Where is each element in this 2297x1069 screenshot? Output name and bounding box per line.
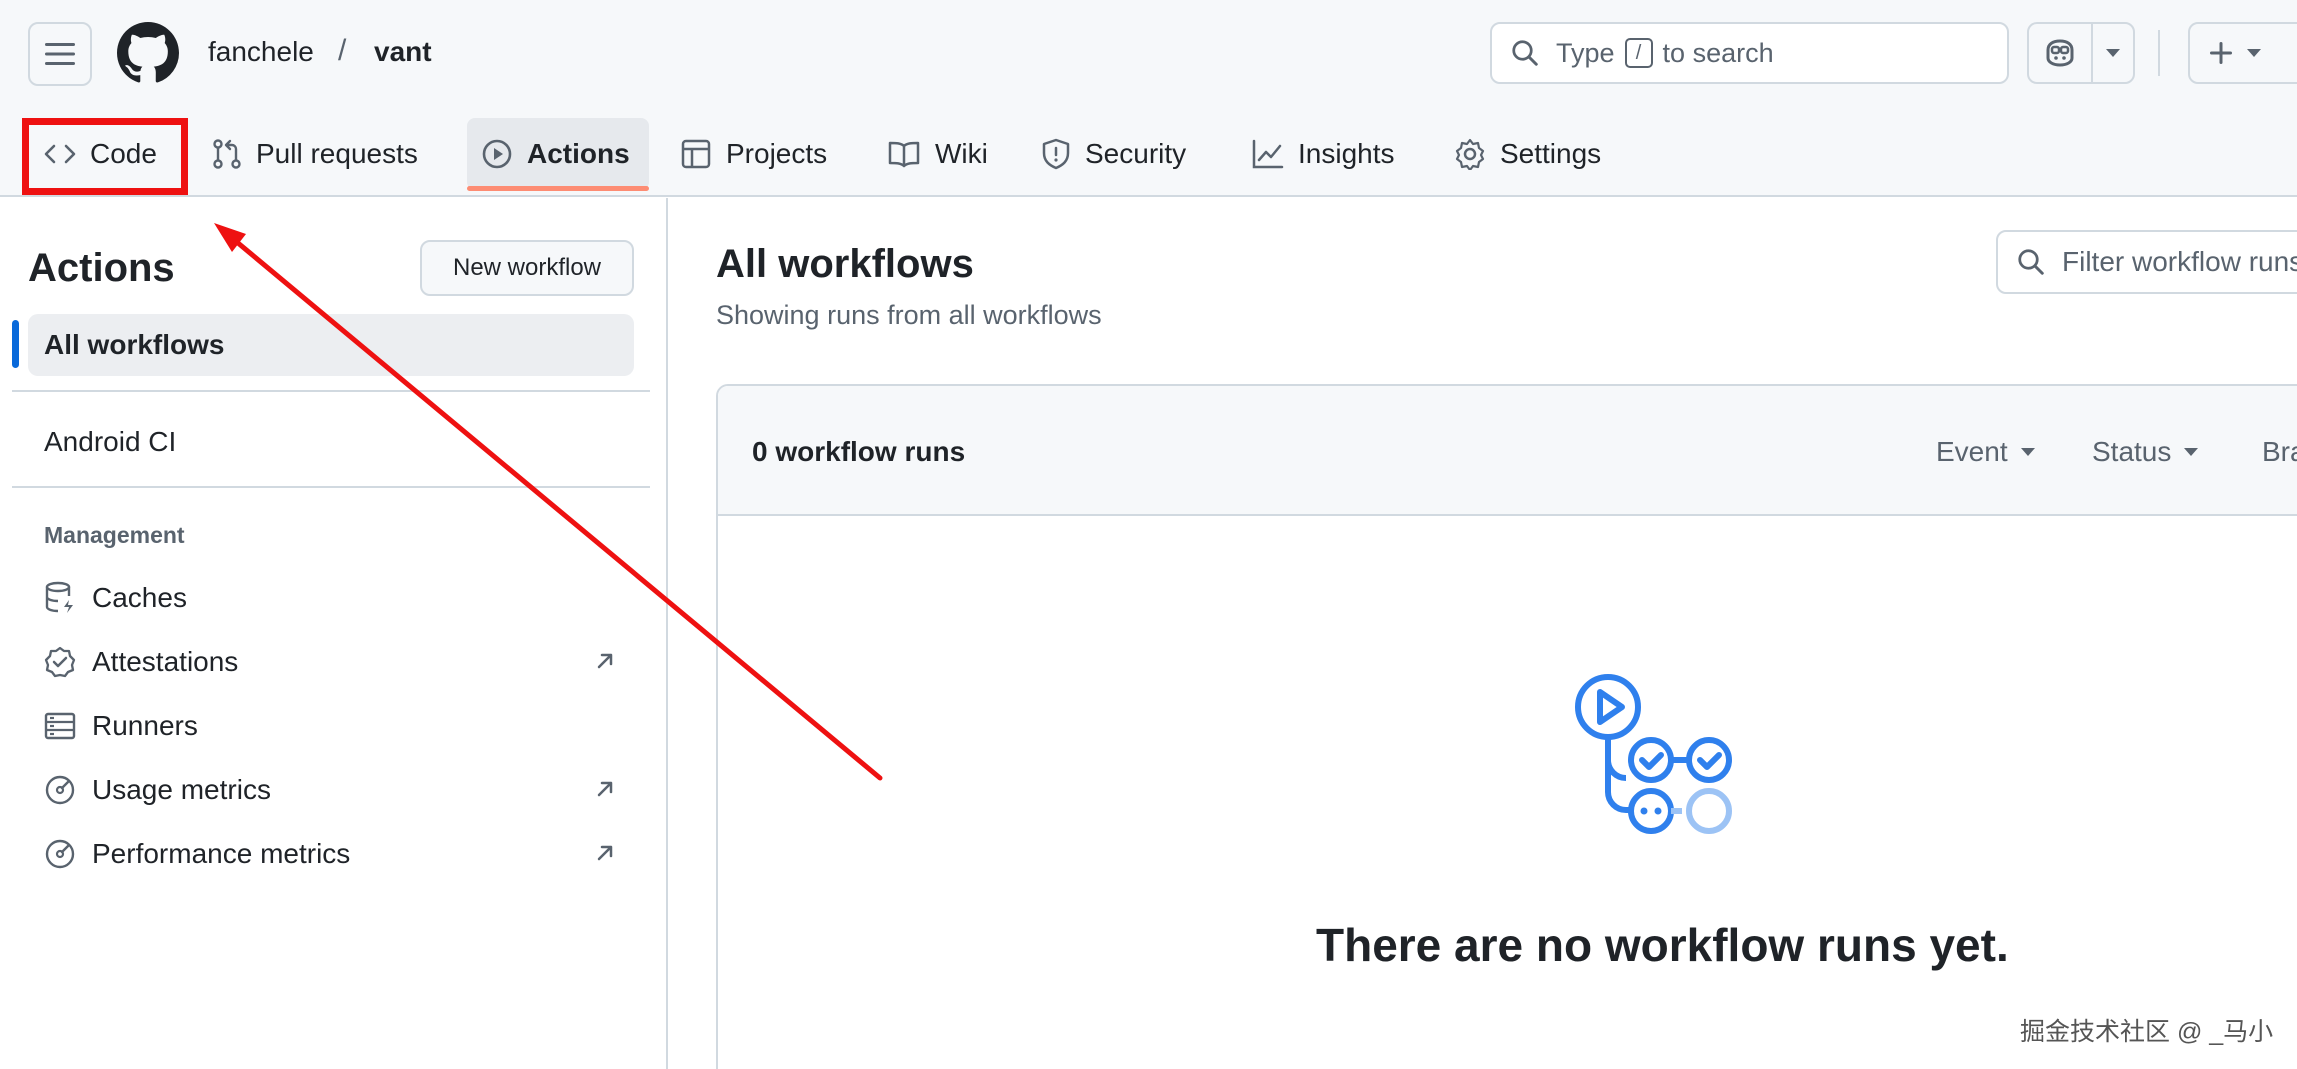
copilot-dropdown[interactable] [2093, 24, 2133, 82]
tab-projects[interactable]: Projects [666, 118, 841, 190]
copilot-button[interactable] [2027, 22, 2135, 84]
search-input[interactable]: Type / to search [1490, 22, 2009, 84]
sidebar-item-attestations-label: Attestations [92, 646, 239, 677]
sidebar-item-caches-label: Caches [92, 582, 187, 613]
active-tab-underline [467, 186, 649, 191]
tab-wiki[interactable]: Wiki [873, 118, 1002, 190]
tab-security[interactable]: Security [1027, 118, 1200, 190]
server-icon [44, 712, 76, 740]
active-item-indicator [12, 320, 19, 368]
menu-button[interactable] [28, 22, 92, 86]
search-icon [1512, 40, 1538, 66]
repo-nav: Code Pull requests Actions Projects Wiki… [0, 118, 2297, 196]
tab-pull-requests-label: Pull requests [256, 138, 418, 169]
create-new-button[interactable] [2188, 22, 2297, 84]
triangle-down-icon [2020, 448, 2035, 456]
sidebar-item-all-workflows[interactable]: All workflows [28, 314, 634, 376]
header-divider [2158, 30, 2160, 76]
gear-icon [1455, 138, 1485, 170]
verified-icon [44, 646, 76, 678]
sidebar-item-performance-metrics[interactable]: Performance metrics [44, 832, 624, 876]
new-workflow-button[interactable]: New workflow [420, 240, 634, 296]
tab-insights-label: Insights [1298, 138, 1395, 169]
page-subtitle: Showing runs from all workflows [716, 300, 1102, 330]
meter-icon [45, 775, 75, 805]
branch-filter-dropdown[interactable]: Branch [2262, 436, 2297, 468]
runs-panel-header: 0 workflow runs Event Status Branch [718, 386, 2297, 516]
search-prefix: Type [1556, 37, 1615, 68]
copilot-icon [2046, 39, 2074, 67]
github-logo-icon[interactable] [117, 22, 179, 84]
sidebar-item-attestations[interactable]: Attestations [44, 640, 624, 684]
sidebar-item-usage-metrics-label: Usage metrics [92, 774, 271, 805]
filter-placeholder: Filter workflow runs [2062, 246, 2297, 277]
annotation-highlight-box [22, 118, 188, 195]
repo-owner-link[interactable]: fanchele [208, 36, 314, 68]
repo-name-link[interactable]: vant [374, 36, 432, 68]
book-icon [888, 141, 920, 168]
status-filter-label: Status [2092, 436, 2172, 467]
sidebar-item-caches[interactable]: Caches [44, 576, 624, 620]
tab-pull-requests[interactable]: Pull requests [198, 118, 432, 190]
tab-settings[interactable]: Settings [1440, 118, 1615, 190]
event-filter-dropdown[interactable]: Event [1936, 436, 2036, 468]
git-pull-request-icon [213, 139, 241, 169]
copilot-main[interactable] [2029, 24, 2093, 82]
tab-actions-label: Actions [527, 138, 630, 169]
sidebar-title: Actions [28, 246, 175, 290]
workflow-empty-state-icon [1575, 674, 1732, 834]
triangle-down-icon [2184, 448, 2199, 456]
app-header: fanchele / vant Type / to search Code Pu… [0, 0, 2297, 197]
database-icon [45, 581, 73, 613]
management-heading: Management [44, 522, 185, 548]
sidebar-item-runners[interactable]: Runners [44, 704, 624, 748]
status-filter-dropdown[interactable]: Status [2092, 436, 2199, 468]
external-link-icon [597, 653, 613, 669]
tab-projects-label: Projects [726, 138, 828, 169]
watermark: 掘金技术社区 @ _马小 [2020, 1018, 2274, 1046]
hamburger-icon [45, 43, 75, 65]
sidebar-item-runners-label: Runners [92, 710, 198, 741]
filter-workflow-runs-input[interactable]: Filter workflow runs [1996, 230, 2297, 294]
triangle-down-icon [2247, 49, 2261, 57]
triangle-down-icon [2106, 49, 2120, 57]
meter-icon [45, 839, 75, 869]
play-icon [482, 139, 512, 169]
page-title: All workflows [716, 242, 974, 286]
sidebar-item-performance-metrics-label: Performance metrics [92, 838, 351, 869]
sidebar-divider [12, 486, 650, 488]
path-separator: / [338, 34, 347, 67]
actions-sidebar: Actions New workflow All workflows Andro… [0, 198, 668, 1069]
search-shortcut-key: / [1624, 38, 1653, 68]
sidebar-item-usage-metrics[interactable]: Usage metrics [44, 768, 624, 812]
empty-state-message: There are no workflow runs yet. [1316, 919, 2009, 971]
tab-wiki-label: Wiki [935, 138, 988, 169]
external-link-icon [597, 845, 613, 861]
graph-icon [1252, 139, 1284, 169]
shield-icon [1042, 138, 1070, 170]
event-filter-label: Event [1936, 436, 2008, 467]
sidebar-divider [12, 390, 650, 392]
plus-icon [2210, 42, 2232, 64]
external-link-icon [597, 781, 613, 797]
search-icon [2018, 249, 2044, 275]
sidebar-item-android-ci[interactable]: Android CI [44, 426, 176, 458]
tab-security-label: Security [1085, 138, 1187, 169]
tab-actions[interactable]: Actions [467, 118, 649, 190]
runs-count: 0 workflow runs [752, 436, 966, 467]
tab-insights[interactable]: Insights [1238, 118, 1409, 190]
branch-filter-label: Branch [2262, 436, 2297, 467]
search-suffix: to search [1662, 37, 1774, 68]
tab-settings-label: Settings [1500, 138, 1602, 169]
table-icon [681, 139, 711, 169]
